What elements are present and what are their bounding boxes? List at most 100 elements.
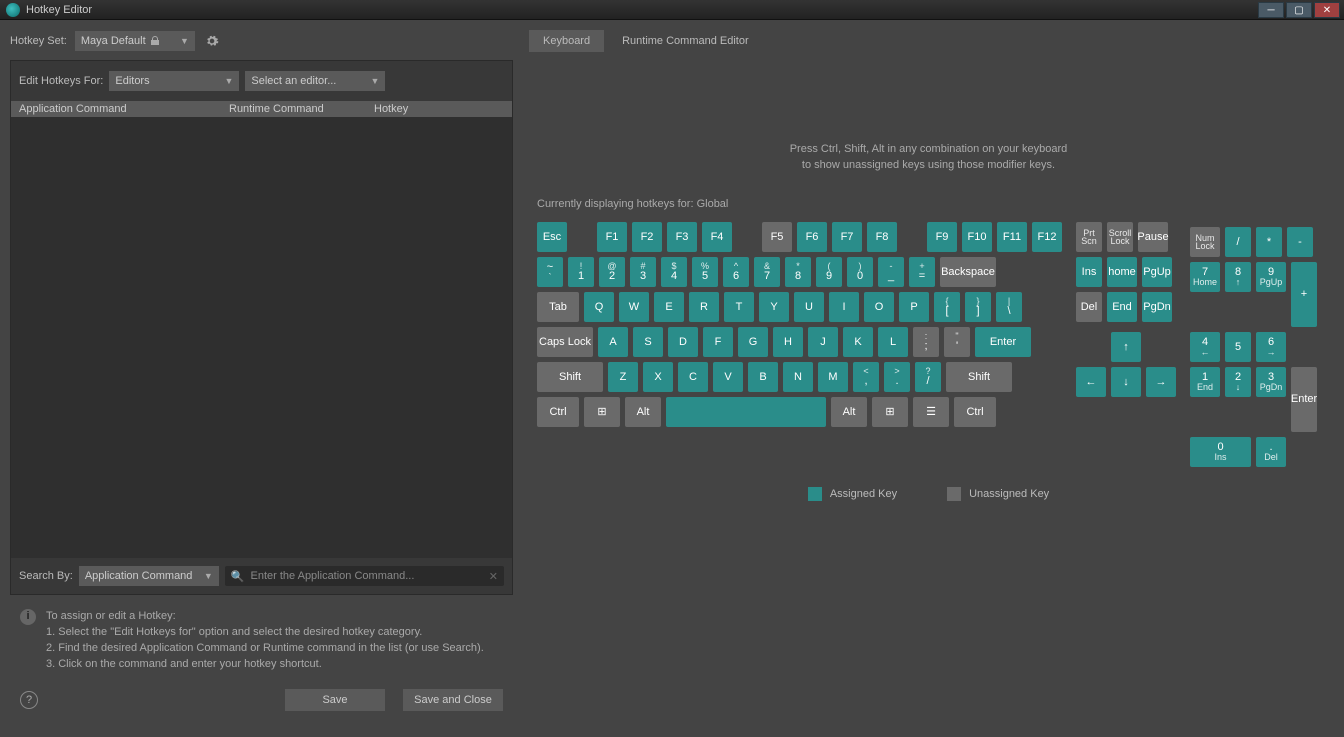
key-3[interactable]: 3PgDn	[1256, 367, 1286, 397]
key-a[interactable]: A	[598, 327, 628, 357]
key-c[interactable]: C	[678, 362, 708, 392]
key-s[interactable]: S	[633, 327, 663, 357]
key-[interactable]: →	[1146, 367, 1176, 397]
key-esc[interactable]: Esc	[537, 222, 567, 252]
key-[interactable]: ↑	[1111, 332, 1141, 362]
key-ctrl[interactable]: Ctrl	[537, 397, 579, 427]
key-[interactable]: -	[1287, 227, 1313, 257]
key-j[interactable]: J	[808, 327, 838, 357]
key-[interactable]: }]	[965, 292, 991, 322]
key-2[interactable]: @2	[599, 257, 625, 287]
key-capslock[interactable]: Caps Lock	[537, 327, 593, 357]
key-g[interactable]: G	[738, 327, 768, 357]
key-8[interactable]: 8↑	[1225, 262, 1251, 292]
key-w[interactable]: W	[619, 292, 649, 322]
key-[interactable]: ←	[1076, 367, 1106, 397]
col-hotkey[interactable]: Hotkey	[366, 103, 512, 115]
search-input[interactable]: 🔍 Enter the Application Command... ✕	[225, 566, 504, 586]
key-f[interactable]: F	[703, 327, 733, 357]
key-enter[interactable]: Enter	[975, 327, 1031, 357]
save-button[interactable]: Save	[285, 689, 385, 711]
key-e[interactable]: E	[654, 292, 684, 322]
key-[interactable]: :;	[913, 327, 939, 357]
key-ctrl[interactable]: Ctrl	[954, 397, 996, 427]
key-0[interactable]: 0Ins	[1190, 437, 1251, 467]
key-f3[interactable]: F3	[667, 222, 697, 252]
key-3[interactable]: #3	[630, 257, 656, 287]
key-shift[interactable]: Shift	[537, 362, 603, 392]
key-y[interactable]: Y	[759, 292, 789, 322]
save-close-button[interactable]: Save and Close	[403, 689, 503, 711]
key-f9[interactable]: F9	[927, 222, 957, 252]
key-[interactable]: *	[1256, 227, 1282, 257]
table-body[interactable]	[11, 117, 512, 558]
key-[interactable]: /	[1225, 227, 1251, 257]
key-h[interactable]: H	[773, 327, 803, 357]
key-pause[interactable]: Pause	[1138, 222, 1168, 252]
close-button[interactable]: ✕	[1314, 2, 1340, 18]
key-2[interactable]: 2↓	[1225, 367, 1251, 397]
key-[interactable]: "'	[944, 327, 970, 357]
key-5[interactable]: %5	[692, 257, 718, 287]
key-tab[interactable]: Tab	[537, 292, 579, 322]
maximize-button[interactable]: ▢	[1286, 2, 1312, 18]
key-p[interactable]: P	[899, 292, 929, 322]
key-b[interactable]: B	[748, 362, 778, 392]
key-7[interactable]: 7Home	[1190, 262, 1220, 292]
key-[interactable]: +	[1291, 262, 1317, 327]
hotkey-set-dropdown[interactable]: Maya Default ▼	[75, 31, 195, 51]
key-1[interactable]: 1End	[1190, 367, 1220, 397]
key-v[interactable]: V	[713, 362, 743, 392]
clear-search-icon[interactable]: ✕	[489, 570, 498, 583]
key-i[interactable]: I	[829, 292, 859, 322]
key-[interactable]: {[	[934, 292, 960, 322]
col-app-command[interactable]: Application Command	[11, 103, 221, 115]
key-pgdn[interactable]: PgDn	[1142, 292, 1172, 322]
key-[interactable]: >.	[884, 362, 910, 392]
key-z[interactable]: Z	[608, 362, 638, 392]
key-[interactable]: |\	[996, 292, 1022, 322]
key-[interactable]: ⊞	[584, 397, 620, 427]
key-[interactable]: ⊞	[872, 397, 908, 427]
key-6[interactable]: ^6	[723, 257, 749, 287]
key-f1[interactable]: F1	[597, 222, 627, 252]
key-7[interactable]: &7	[754, 257, 780, 287]
key-[interactable]: <,	[853, 362, 879, 392]
key-ins[interactable]: Ins	[1076, 257, 1102, 287]
key-f8[interactable]: F8	[867, 222, 897, 252]
key-enter[interactable]: Enter	[1291, 367, 1317, 432]
key-[interactable]: ↓	[1111, 367, 1141, 397]
key-lock[interactable]: NumLock	[1190, 227, 1220, 257]
key-f2[interactable]: F2	[632, 222, 662, 252]
key-r[interactable]: R	[689, 292, 719, 322]
key-o[interactable]: O	[864, 292, 894, 322]
key-[interactable]: ?/	[915, 362, 941, 392]
col-runtime-command[interactable]: Runtime Command	[221, 103, 366, 115]
key-home[interactable]: home	[1107, 257, 1137, 287]
key-1[interactable]: !1	[568, 257, 594, 287]
key-f10[interactable]: F10	[962, 222, 992, 252]
settings-gear-icon[interactable]	[203, 32, 221, 50]
key-alt[interactable]: Alt	[625, 397, 661, 427]
key-del[interactable]: Del	[1076, 292, 1102, 322]
category-dropdown[interactable]: Editors ▼	[109, 71, 239, 91]
editor-dropdown[interactable]: Select an editor... ▼	[245, 71, 385, 91]
key-n[interactable]: N	[783, 362, 813, 392]
key-[interactable]: ☰	[913, 397, 949, 427]
key-0[interactable]: )0	[847, 257, 873, 287]
key-shift[interactable]: Shift	[946, 362, 1012, 392]
key-8[interactable]: *8	[785, 257, 811, 287]
key-f12[interactable]: F12	[1032, 222, 1062, 252]
key-[interactable]: .Del	[1256, 437, 1286, 467]
key-end[interactable]: End	[1107, 292, 1137, 322]
key-t[interactable]: T	[724, 292, 754, 322]
key-m[interactable]: M	[818, 362, 848, 392]
key-9[interactable]: 9PgUp	[1256, 262, 1286, 292]
key-x[interactable]: X	[643, 362, 673, 392]
key-[interactable]: -_	[878, 257, 904, 287]
key-f5[interactable]: F5	[762, 222, 792, 252]
key-f11[interactable]: F11	[997, 222, 1027, 252]
key-[interactable]: +=	[909, 257, 935, 287]
key-f6[interactable]: F6	[797, 222, 827, 252]
key-f4[interactable]: F4	[702, 222, 732, 252]
